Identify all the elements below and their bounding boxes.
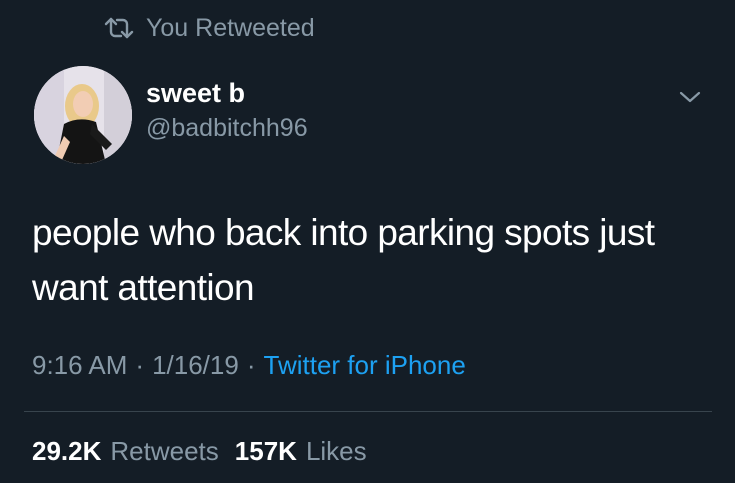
tweet-source-link[interactable]: Twitter for iPhone <box>264 350 466 381</box>
retweet-context: You Retweeted <box>104 12 315 44</box>
tweet-time: 9:16 AM <box>32 350 128 380</box>
retweets-label[interactable]: Retweets <box>110 436 218 467</box>
tweet-stats: 29.2K Retweets 157K Likes <box>32 436 367 467</box>
likes-count[interactable]: 157K <box>235 436 297 467</box>
chevron-down-icon[interactable] <box>676 86 704 108</box>
tweet-text: people who back into parking spots just … <box>32 212 655 308</box>
retweets-count[interactable]: 29.2K <box>32 436 101 467</box>
author-display-name[interactable]: sweet b <box>146 78 245 109</box>
divider <box>24 411 712 412</box>
author-handle[interactable]: @badbitchh96 <box>146 114 308 143</box>
avatar[interactable] <box>34 66 132 164</box>
retweet-icon <box>104 17 134 39</box>
retweet-context-label: You Retweeted <box>146 13 315 42</box>
meta-separator: · <box>246 350 256 380</box>
tweet-meta: 9:16 AM · 1/16/19 · Twitter for iPhone <box>32 350 466 381</box>
tweet-date: 1/16/19 <box>152 350 239 380</box>
likes-label[interactable]: Likes <box>306 436 367 467</box>
meta-separator: · <box>135 350 145 380</box>
